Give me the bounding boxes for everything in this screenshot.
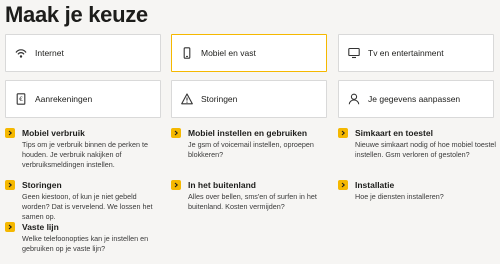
tile-label: Mobiel en vast [201,48,256,58]
category-tiles: Internet Mobiel en vast Tv en entertainm… [5,34,495,124]
topic-mobiel-verbruik: Mobiel verbruik Tips om je verbruik binn… [5,128,165,170]
topic-description: Tips om je verbruik binnen de perken te … [22,140,148,169]
topic-title: Storingen [22,180,62,190]
tile-storingen[interactable]: Storingen [171,80,327,118]
topic-mobiel-instellen: Mobiel instellen en gebruiken Je gsm of … [171,128,331,160]
tile-tv-en-entertainment[interactable]: Tv en entertainment [338,34,494,72]
topic-link[interactable]: Mobiel instellen en gebruiken [171,128,331,138]
svg-text:€: € [19,96,23,103]
invoice-icon: € [14,92,28,106]
tv-icon [347,46,361,60]
topic-title: Mobiel instellen en gebruiken [188,128,308,138]
chevron-right-icon [171,128,181,138]
tile-label: Aanrekeningen [35,94,93,104]
topic-description: Geen kiestoon, of kun je niet gebeld wor… [22,192,153,221]
tile-label: Storingen [201,94,238,104]
chevron-right-icon [5,180,15,190]
topic-description: Welke telefoonopties kan je instellen en… [22,234,149,253]
internet-icon [14,46,28,60]
topic-title: Simkaart en toestel [355,128,433,138]
topic-link[interactable]: Installatie [338,180,498,190]
topic-link[interactable]: Storingen [5,180,165,190]
mobile-phone-icon [180,46,194,60]
topic-title: Vaste lijn [22,222,59,232]
topic-in-het-buitenland: In het buitenland Alles over bellen, sms… [171,180,331,212]
topic-title: Mobiel verbruik [22,128,85,138]
topic-storingen: Storingen Geen kiestoon, of kun je niet … [5,180,165,222]
tile-label: Je gegevens aanpassen [368,94,461,104]
page-title: Maak je keuze [5,2,148,27]
chevron-right-icon [171,180,181,190]
chevron-right-icon [338,180,348,190]
topic-simkaart-en-toestel: Simkaart en toestel Nieuwe simkaart nodi… [338,128,498,160]
topic-link[interactable]: Vaste lijn [5,222,165,232]
tile-label: Tv en entertainment [368,48,444,58]
topic-list: Mobiel verbruik Tips om je verbruik binn… [5,128,498,264]
user-icon [347,92,361,106]
tile-label: Internet [35,48,64,58]
topic-description: Alles over bellen, sms'en of surfen in h… [188,192,317,211]
chevron-right-icon [338,128,348,138]
topic-installatie: Installatie Hoe je diensten installeren? [338,180,498,202]
warning-icon [180,92,194,106]
topic-title: In het buitenland [188,180,256,190]
tile-aanrekeningen[interactable]: € Aanrekeningen [5,80,161,118]
topic-description: Nieuwe simkaart nodig of hoe mobiel toes… [355,140,497,159]
tile-mobiel-en-vast[interactable]: Mobiel en vast [171,34,327,72]
chevron-right-icon [5,222,15,232]
topic-description: Je gsm of voicemail instellen, oproepen … [188,140,314,159]
tile-je-gegevens-aanpassen[interactable]: Je gegevens aanpassen [338,80,494,118]
topic-link[interactable]: Mobiel verbruik [5,128,165,138]
topic-link[interactable]: In het buitenland [171,180,331,190]
topic-link[interactable]: Simkaart en toestel [338,128,498,138]
chevron-right-icon [5,128,15,138]
tile-internet[interactable]: Internet [5,34,161,72]
topic-description: Hoe je diensten installeren? [355,192,444,201]
topic-title: Installatie [355,180,395,190]
topic-vaste-lijn: Vaste lijn Welke telefoonopties kan je i… [5,222,165,254]
